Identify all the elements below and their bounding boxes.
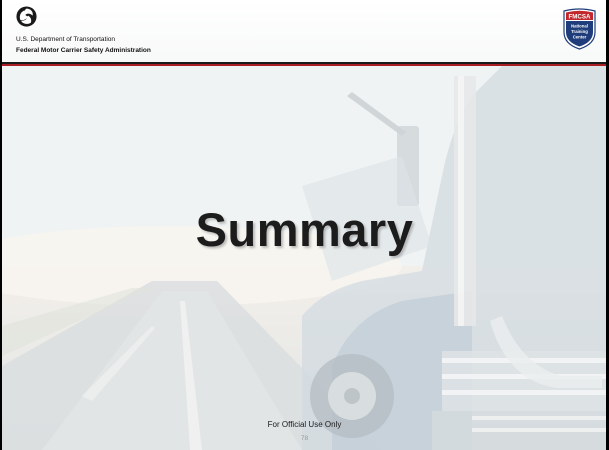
badge-line-2: Training [571,29,588,34]
header-accent-divider [2,64,606,66]
badge-top-text: FMCSA [569,14,592,21]
background-truck-photo [2,66,606,450]
left-border [0,0,2,450]
badge-line-3: Center [573,35,587,40]
dot-triskelion-logo [16,6,37,27]
slide-number: 78 [300,435,309,442]
agency-name: Federal Motor Carrier Safety Administrat… [16,47,151,54]
department-name: U.S. Department of Transportation [16,36,115,43]
badge-line-1: National [571,24,588,29]
slide-title: Summary [195,203,414,256]
slide: U.S. Department of Transportation Federa… [0,0,609,450]
slide-header: U.S. Department of Transportation Federa… [2,0,606,66]
footer-classification: For Official Use Only [267,420,342,429]
fmcsa-shield-badge: FMCSA National Training Center [563,8,596,50]
